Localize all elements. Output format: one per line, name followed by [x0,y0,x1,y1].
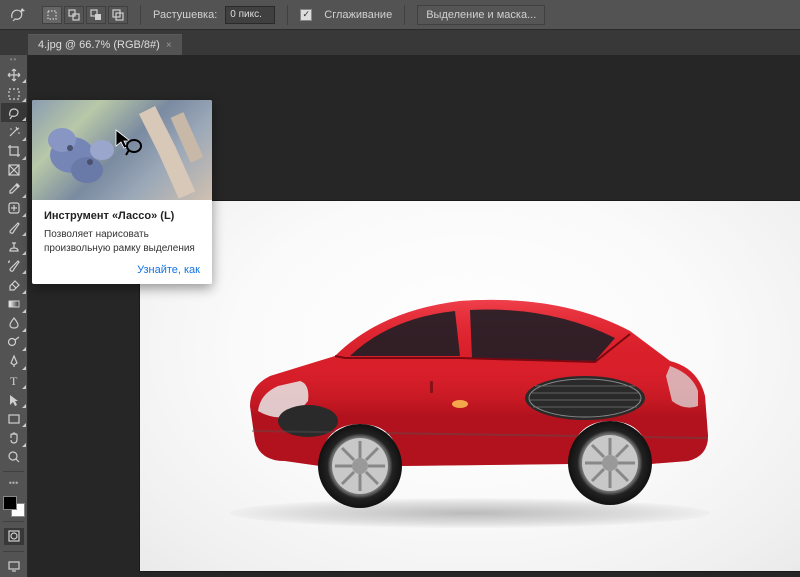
color-swatches[interactable] [3,496,25,517]
quickmask-off-button[interactable] [4,528,24,545]
document-canvas[interactable] [140,201,800,571]
close-icon[interactable]: × [166,40,172,51]
feather-input[interactable]: 0 пикс. [225,6,275,24]
document-tab-bar: 4.jpg @ 66.7% (RGB/8#) × [0,30,800,55]
options-bar: Растушевка: 0 пикс. Сглаживание Выделени… [0,0,800,30]
tools-panel: •• T ••• [0,55,28,577]
feather-label: Растушевка: [153,9,217,21]
tab-title: 4.jpg @ 66.7% (RGB/8#) [38,39,160,51]
tooltip-title: Инструмент «Лассо» (L) [44,210,200,222]
eyedropper-tool[interactable] [1,180,27,199]
tool-tooltip: Инструмент «Лассо» (L) Позволяет нарисов… [32,100,212,284]
history-brush-tool[interactable] [1,256,27,275]
selection-intersect-button[interactable] [108,6,128,24]
zoom-tool[interactable] [1,448,27,467]
brush-tool[interactable] [1,218,27,237]
selection-subtract-button[interactable] [86,6,106,24]
healing-brush-tool[interactable] [1,199,27,218]
active-tool-indicator[interactable] [6,4,28,26]
selection-new-button[interactable] [42,6,62,24]
path-selection-tool[interactable] [1,390,27,409]
gradient-tool[interactable] [1,295,27,314]
marquee-tool[interactable] [1,84,27,103]
edit-toolbar-button[interactable]: ••• [0,478,27,488]
rectangle-tool[interactable] [1,409,27,428]
svg-text:T: T [10,374,18,388]
refine-edge-button[interactable]: Выделение и маска... [417,5,545,25]
hand-tool[interactable] [1,428,27,447]
lasso-tool[interactable] [1,103,27,122]
type-tool[interactable]: T [1,371,27,390]
selection-mode-group [42,6,128,24]
canvas-image-content [200,256,740,536]
panel-drag-handle[interactable]: •• [0,57,27,63]
crop-tool[interactable] [1,142,27,161]
tooltip-preview-image [32,100,212,200]
antialias-label: Сглаживание [324,9,392,21]
tooltip-learn-link[interactable]: Узнайте, как [44,264,200,276]
pen-tool[interactable] [1,352,27,371]
frame-tool[interactable] [1,161,27,180]
eraser-tool[interactable] [1,275,27,294]
screen-mode-button[interactable] [4,558,24,575]
antialias-checkbox[interactable] [300,9,312,21]
blur-tool[interactable] [1,314,27,333]
move-tool[interactable] [1,65,27,84]
dodge-tool[interactable] [1,333,27,352]
tooltip-description: Позволяет нарисовать произвольную рамку … [44,228,200,256]
selection-add-button[interactable] [64,6,84,24]
tooltip-cursor-icon [114,128,144,158]
clone-stamp-tool[interactable] [1,237,27,256]
document-tab[interactable]: 4.jpg @ 66.7% (RGB/8#) × [28,34,182,55]
magic-wand-tool[interactable] [1,122,27,141]
foreground-color-swatch[interactable] [3,496,17,510]
